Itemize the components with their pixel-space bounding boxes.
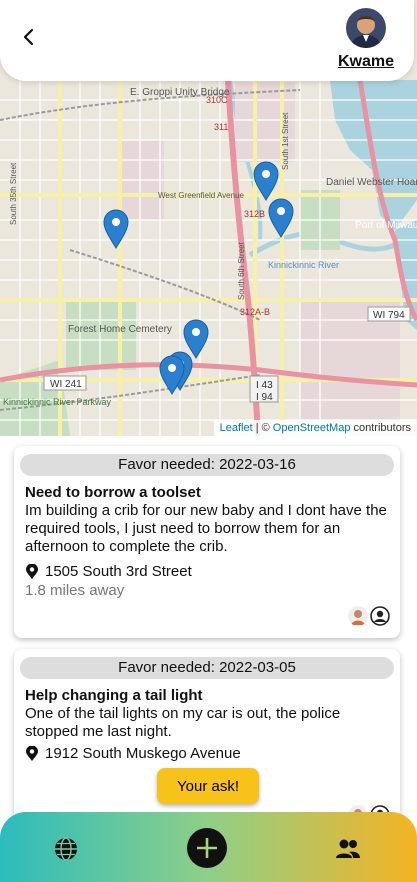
map-label-6th: South 6th Street: [237, 241, 246, 300]
back-button[interactable]: [18, 26, 40, 48]
nav-add-button[interactable]: [187, 828, 227, 873]
favor-description: Im building a crib for our new baby and …: [25, 502, 387, 555]
helper-avatar: [348, 606, 368, 626]
favor-card[interactable]: Favor needed: 2022-03-16 Need to borrow …: [14, 446, 400, 638]
map-label-312a: 312A-B: [240, 307, 270, 317]
location-pin-icon: [26, 745, 38, 761]
username-link[interactable]: Kwame: [338, 53, 394, 71]
favor-description: One of the tail lights on my car is out,…: [25, 705, 341, 740]
favor-title: Need to borrow a toolset: [25, 484, 201, 501]
leaflet-link[interactable]: Leaflet: [220, 422, 253, 434]
add-circle-icon: [187, 828, 227, 868]
favor-date: Favor needed: 2022-03-16: [20, 454, 394, 476]
map-label-1st: South 1st Street: [281, 112, 290, 170]
map-label-port: Port of Milwaukee: [355, 220, 417, 231]
osm-link[interactable]: OpenStreetMap: [273, 422, 351, 434]
map-label-35th: South 35th Street: [9, 162, 18, 225]
favor-date: Favor needed: 2022-03-05: [20, 657, 394, 679]
map-label-river: Kinnickinnic River: [268, 260, 339, 270]
user-photo-icon: [346, 8, 386, 48]
location-pin-icon: [26, 563, 38, 579]
map-label-hoan-bridge: Daniel Webster Hoan Memorial Bridge: [326, 177, 417, 188]
favor-helpers: [348, 606, 390, 626]
account-circle-icon: [370, 606, 390, 626]
favor-address: 1912 South Muskego Avenue: [45, 745, 241, 762]
people-icon: [336, 839, 360, 858]
map-label-cemetery: Forest Home Cemetery: [68, 324, 172, 335]
map-label-311: 311: [214, 122, 228, 132]
nav-people-button[interactable]: [335, 838, 361, 865]
attribution-separator: | ©: [255, 422, 270, 434]
map-label-i43: I 43: [256, 380, 273, 391]
bottom-nav: [0, 812, 417, 882]
globe-icon: [55, 837, 77, 861]
map-label-i94: I 94: [256, 392, 273, 403]
avatar[interactable]: [346, 8, 386, 48]
attribution-contributors: contributors: [353, 422, 411, 434]
map-label-312b: 312B: [244, 209, 265, 219]
favor-address: 1505 South 3rd Street: [45, 563, 192, 580]
favor-distance: 1.8 miles away: [25, 582, 125, 599]
map-label-greenfield: West Greenfield Avenue: [158, 191, 245, 200]
map-label-wi241: WI 241: [50, 379, 82, 390]
chevron-left-icon: [23, 28, 34, 46]
favor-location: 1912 South Muskego Avenue: [25, 745, 241, 762]
favor-location: 1505 South 3rd Street: [25, 563, 192, 580]
map-attribution: Leaflet | © OpenStreetMap contributors: [213, 420, 417, 436]
favor-title: Help changing a tail light: [25, 687, 203, 704]
your-ask-button[interactable]: Your ask!: [157, 768, 259, 804]
app-header: Kwame: [0, 0, 414, 81]
map-label-310c: 310C: [206, 95, 228, 105]
map-label-wi794: WI 794: [373, 310, 405, 321]
map-label-parkway: Kinnickinnic River Parkway: [3, 397, 112, 407]
nav-explore-button[interactable]: [53, 836, 79, 867]
